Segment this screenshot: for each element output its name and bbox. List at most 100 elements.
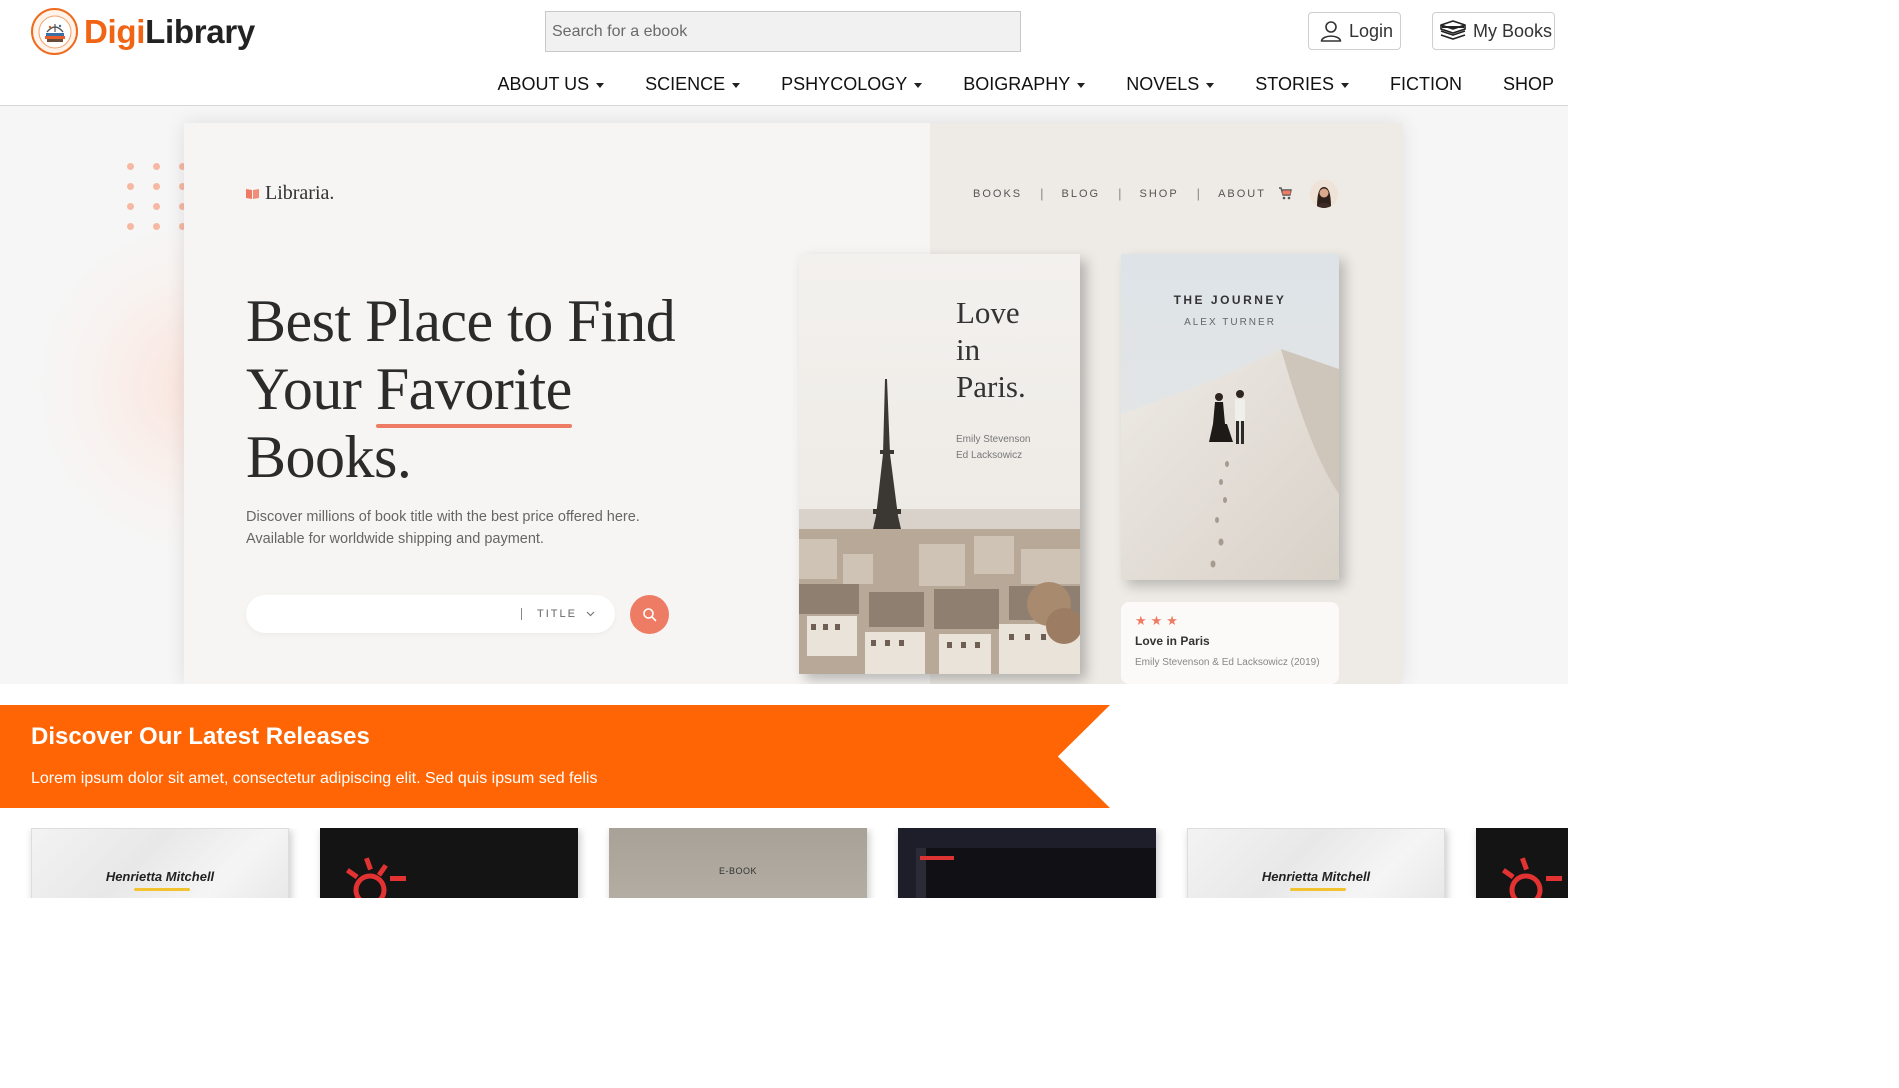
sunburst-icon xyxy=(345,857,406,898)
search-divider xyxy=(521,608,522,620)
paris-cityscape-illustration xyxy=(799,254,1080,674)
nav-item-label: SCIENCE xyxy=(645,74,726,94)
nav-item-fiction[interactable]: FICTION xyxy=(1390,74,1462,95)
release-book-card[interactable] xyxy=(320,828,578,898)
caret-down-icon xyxy=(596,83,605,88)
release-book-author: Henrietta Mitchell xyxy=(1261,869,1371,884)
dot-grid-decoration xyxy=(127,163,186,230)
hero-heading-line2: Your xyxy=(246,356,376,422)
book1-title-line: Paris. xyxy=(956,369,1026,404)
hero-heading-line1: Best Place to Find xyxy=(246,288,676,354)
book-cover-the-journey: THE JOURNEY ALEX TURNER xyxy=(1121,254,1339,580)
nav-item-about-us[interactable]: ABOUT US xyxy=(497,74,605,95)
hero-subtext-line2: Available for worldwide shipping and pay… xyxy=(246,531,544,547)
my-books-button[interactable]: My Books xyxy=(1432,12,1555,50)
cart-icon xyxy=(1278,187,1292,205)
book2-author: ALEX TURNER xyxy=(1184,317,1276,328)
login-label: Login xyxy=(1349,20,1394,41)
book-cover-love-in-paris: Love in Paris. Emily Stevenson Ed Lackso… xyxy=(799,254,1080,674)
book1-title-line: Love xyxy=(956,295,1020,330)
release-book-author: Henrietta Mitchell xyxy=(105,869,215,884)
nav-item-label: ABOUT US xyxy=(497,74,590,94)
libraria-logo: Libraria. xyxy=(246,182,334,205)
hero-heading-line3: Books. xyxy=(246,424,412,490)
featured-book-card: ★★★ Love in Paris Emily Stevenson & Ed L… xyxy=(1121,602,1339,684)
release-book-card[interactable]: Henrietta Mitchell xyxy=(31,828,289,898)
author-underline xyxy=(1290,888,1346,891)
rating-stars: ★★★ xyxy=(1135,613,1182,628)
chevron-down-icon xyxy=(586,608,595,620)
release-book-card[interactable] xyxy=(898,828,1156,898)
hero-subtext-line1: Discover millions of book title with the… xyxy=(246,509,640,525)
brand-name-part1: Digi xyxy=(84,12,146,50)
brand-name-part2: Library xyxy=(145,12,255,50)
hero-nav-separator: | xyxy=(1040,186,1044,201)
latest-releases-banner: Discover Our Latest Releases Lorem ipsum… xyxy=(0,705,1110,808)
hero-section: Libraria. BOOKS | BLOG | SHOP | ABOUT Be… xyxy=(0,106,1568,684)
nav-item-shop[interactable]: SHOP xyxy=(1503,74,1554,95)
brand-logo-link[interactable]: DigiLibrary xyxy=(31,8,255,55)
main-nav: ABOUT US SCIENCE PSHYCOLOGY BOIGRAPHY NO… xyxy=(497,74,1554,95)
hero-nav-about: ABOUT xyxy=(1218,187,1266,200)
nav-item-pshycology[interactable]: PSHYCOLOGY xyxy=(781,74,923,95)
hero-heading: Best Place to Find Your Favorite Books. xyxy=(246,287,676,491)
book1-title-line: in xyxy=(956,332,981,367)
hero-mock-nav: BOOKS | BLOG | SHOP | ABOUT xyxy=(973,186,1266,201)
book1-author: Ed Lacksowicz xyxy=(956,450,1023,461)
nav-item-boigraphy[interactable]: BOIGRAPHY xyxy=(963,74,1086,95)
hero-nav-separator: | xyxy=(1118,186,1122,201)
release-book-card[interactable] xyxy=(1476,828,1568,898)
book2-title: THE JOURNEY xyxy=(1173,293,1287,307)
banner-subtitle: Lorem ipsum dolor sit amet, consectetur … xyxy=(31,770,598,787)
book1-title: Love in Paris. xyxy=(956,294,1026,405)
hero-search-icon xyxy=(630,595,669,634)
hero-nav-shop: SHOP xyxy=(1139,187,1179,200)
sunburst-icon xyxy=(1501,857,1562,898)
hero-nav-books: BOOKS xyxy=(973,187,1023,200)
card-book-title: Love in Paris xyxy=(1135,634,1210,648)
libraria-logo-text: Libraria. xyxy=(265,182,335,204)
hero-search-field: TITLE xyxy=(246,595,615,633)
nav-item-label: FICTION xyxy=(1389,74,1462,94)
caret-down-icon xyxy=(1340,83,1349,88)
avatar xyxy=(1310,180,1338,208)
hero-subtext: Discover millions of book title with the… xyxy=(246,506,706,550)
latest-releases-row: Henrietta Mitchell E-BOOK Henrietta Mitc… xyxy=(0,828,1568,898)
caret-down-icon xyxy=(732,83,741,88)
ebook-search-input[interactable] xyxy=(545,11,1021,52)
nav-item-label: BOIGRAPHY xyxy=(963,74,1071,94)
release-book-card[interactable]: E-BOOK xyxy=(609,828,867,898)
nav-item-label: SHOP xyxy=(1502,74,1554,94)
user-icon xyxy=(1319,19,1343,43)
book1-author: Emily Stevenson xyxy=(956,434,1031,445)
my-books-label: My Books xyxy=(1473,20,1553,41)
search-filter-label: TITLE xyxy=(537,608,577,620)
login-button[interactable]: Login xyxy=(1308,12,1401,50)
nav-item-label: STORIES xyxy=(1255,74,1334,94)
nav-item-label: NOVELS xyxy=(1126,74,1200,94)
search-filter-select: TITLE xyxy=(537,608,595,620)
open-book-icon xyxy=(246,188,259,199)
banner-title: Discover Our Latest Releases xyxy=(31,723,370,750)
hero-nav-separator: | xyxy=(1196,186,1201,201)
books-stack-icon xyxy=(1439,20,1467,42)
release-book-label: E-BOOK xyxy=(718,866,757,876)
caret-down-icon xyxy=(914,83,923,88)
dark-book-illustration xyxy=(916,848,1156,898)
hero-nav-blog: BLOG xyxy=(1061,187,1101,200)
book1-authors: Emily Stevenson Ed Lacksowicz xyxy=(956,432,1030,464)
nav-item-novels[interactable]: NOVELS xyxy=(1126,74,1215,95)
caret-down-icon xyxy=(1206,83,1215,88)
release-book-card[interactable]: Henrietta Mitchell xyxy=(1187,828,1445,898)
nav-item-stories[interactable]: STORIES xyxy=(1255,74,1349,95)
brand-name: DigiLibrary xyxy=(84,13,255,51)
hero-heading-highlight: Favorite xyxy=(375,356,572,428)
site-header: DigiLibrary Login My Books ABOUT US SCIE… xyxy=(0,0,1568,106)
nav-item-science[interactable]: SCIENCE xyxy=(645,74,741,95)
caret-down-icon xyxy=(1077,83,1086,88)
hero-banner-image: Libraria. BOOKS | BLOG | SHOP | ABOUT Be… xyxy=(184,123,1402,684)
author-underline xyxy=(134,888,190,891)
library-logo-icon xyxy=(31,8,78,55)
nav-item-label: PSHYCOLOGY xyxy=(781,74,908,94)
card-book-subtitle: Emily Stevenson & Ed Lacksowicz (2019) xyxy=(1135,657,1320,668)
